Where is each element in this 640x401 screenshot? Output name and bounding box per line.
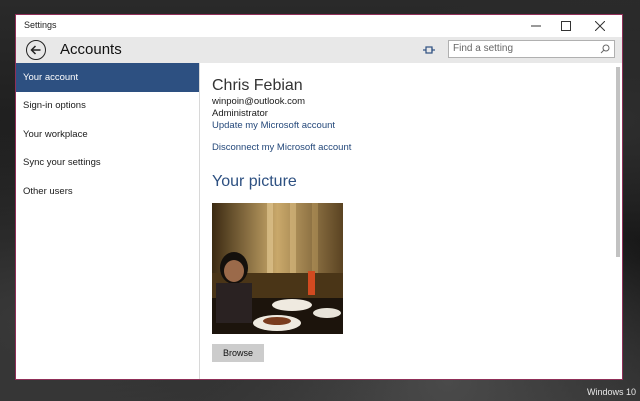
search-input[interactable] (453, 43, 593, 54)
disconnect-account-link[interactable]: Disconnect my Microsoft account (212, 142, 351, 153)
back-arrow-icon (30, 45, 41, 55)
pin-icon (423, 46, 435, 54)
title-bar[interactable]: Settings (16, 15, 622, 37)
search-icon[interactable] (600, 44, 610, 54)
sidebar-item-your-workplace[interactable]: Your workplace (16, 120, 199, 149)
main-content: Chris Febian winpoin@outlook.com Adminis… (212, 63, 610, 379)
settings-header: Accounts (16, 37, 622, 63)
pin-button[interactable] (421, 42, 437, 58)
browse-button[interactable]: Browse (212, 344, 264, 362)
minimize-button[interactable] (522, 15, 550, 37)
maximize-icon (561, 21, 571, 31)
vertical-scrollbar[interactable] (616, 67, 620, 257)
os-watermark: Windows 10 (586, 387, 636, 397)
page-title: Accounts (60, 41, 122, 58)
close-icon (595, 21, 605, 31)
maximize-button[interactable] (552, 15, 580, 37)
settings-window: Settings Accounts Find a setting Your ac… (15, 14, 623, 380)
your-picture-heading: Your picture (212, 173, 297, 190)
search-box[interactable] (448, 40, 615, 58)
sidebar-item-your-account[interactable]: Your account (16, 63, 199, 92)
sidebar-item-sync-settings[interactable]: Sync your settings (16, 149, 199, 178)
back-button[interactable] (26, 40, 46, 60)
close-button[interactable] (586, 15, 614, 37)
account-picture (212, 203, 343, 334)
sidebar-item-other-users[interactable]: Other users (16, 177, 199, 206)
update-account-link[interactable]: Update my Microsoft account (212, 120, 335, 131)
sidebar-item-sign-in-options[interactable]: Sign-in options (16, 92, 199, 121)
account-role: Administrator (212, 108, 268, 119)
window-title: Settings (24, 20, 57, 30)
account-email: winpoin@outlook.com (212, 96, 306, 107)
account-name: Chris Febian (212, 77, 303, 94)
sidebar: Your account Sign-in options Your workpl… (16, 63, 200, 379)
minimize-icon (531, 25, 541, 27)
